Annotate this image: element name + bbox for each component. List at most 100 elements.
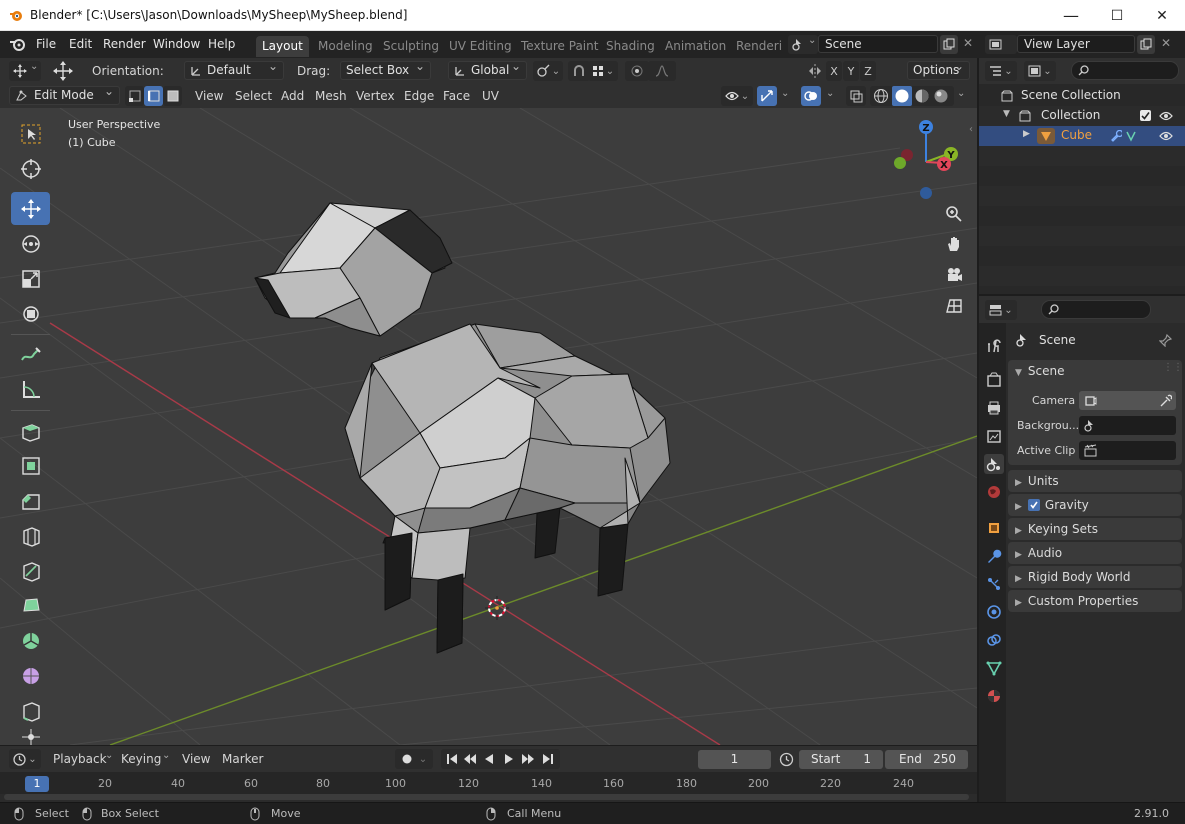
tab-sculpting[interactable]: Sculpting [377,36,445,57]
zoom-button[interactable] [940,200,967,227]
preview-range-clock-icon[interactable] [779,752,794,767]
jump-end-icon[interactable] [542,753,554,765]
drag-dropdown[interactable]: Select Box [340,59,431,80]
tab-shading[interactable]: Shading [600,36,661,57]
prev-keyframe-icon[interactable] [463,753,477,765]
scene-selector-button[interactable]: ⌄ [788,35,818,54]
tab-modifiers[interactable] [984,546,1004,566]
tab-view-layer[interactable] [984,426,1004,446]
drag-handle-icon[interactable]: ⋮⋮ [1163,362,1183,373]
blender-menu-icon[interactable] [10,37,26,51]
new-scene-button[interactable] [940,35,958,54]
sidebar-toggle-chevron-icon[interactable]: ‹ [969,124,973,135]
audio-panel-header[interactable]: ▶ Audio [1015,546,1062,560]
outliner-row-collection[interactable]: ▼ Collection [979,106,1185,126]
selectability-visibility-button[interactable]: ⌄ [721,86,753,106]
menu-window[interactable]: Window [153,37,200,51]
tab-rendering[interactable]: Renderir [730,36,782,57]
menu-select[interactable]: Select [235,89,272,103]
tab-particles[interactable] [984,574,1004,594]
menu-edit[interactable]: Edit [69,37,92,51]
current-frame-field[interactable]: 1 [698,750,771,769]
menu-marker[interactable]: Marker [222,752,263,766]
outliner-row-scene-collection[interactable]: Scene Collection [979,86,1185,106]
menu-help[interactable]: Help [208,37,235,51]
menu-face[interactable]: Face [443,89,470,103]
play-icon[interactable] [503,753,515,765]
smooth-tool[interactable] [11,659,50,692]
tab-physics[interactable] [984,602,1004,622]
transform-tool[interactable] [11,297,50,330]
start-frame-field[interactable]: Start 1 [799,750,883,769]
transform-tool-selector[interactable]: ⌄ [9,61,41,81]
tab-constraints[interactable] [984,630,1004,650]
menu-add[interactable]: Add [281,89,304,103]
rotate-tool[interactable] [11,227,50,260]
loop-cut-tool[interactable] [11,519,50,552]
mirror-y-toggle[interactable]: Y [843,61,859,81]
ortho-toggle-button[interactable] [940,292,967,319]
tab-uv-editing[interactable]: UV Editing [443,36,518,57]
3d-cursor-icon[interactable] [485,596,509,620]
menu-view[interactable]: View [182,752,210,766]
area-divider[interactable] [977,746,979,802]
camera-field[interactable] [1079,391,1176,410]
edge-select-mode[interactable] [144,86,163,106]
background-scene-field[interactable] [1079,416,1176,435]
snap-target-button[interactable]: ⌄ [588,61,618,81]
cursor-tool[interactable] [11,152,50,185]
view-layer-field[interactable]: View Layer [1017,35,1135,53]
spin-tool[interactable] [11,624,50,657]
menu-view[interactable]: View [195,89,223,103]
scene-name-field[interactable]: Scene [818,35,938,53]
move-tool[interactable] [11,192,50,225]
mirror-x-toggle[interactable]: X [826,61,842,81]
tab-output[interactable] [984,398,1004,418]
view-layer-selector-button[interactable] [985,35,1017,54]
tab-data[interactable] [984,658,1004,678]
new-view-layer-button[interactable] [1137,35,1155,54]
overlays-toggle[interactable] [801,86,821,106]
eyedropper-icon[interactable] [1159,394,1172,407]
rip-tool[interactable] [11,729,50,745]
3d-viewport[interactable]: User Perspective (1) Cube Z Y X [0,108,977,745]
delete-scene-icon[interactable]: ✕ [963,36,973,50]
rendered-shading-button[interactable] [933,88,949,107]
eye-icon[interactable] [1159,111,1173,121]
gravity-panel-header[interactable]: ▶ Gravity [1015,498,1089,512]
menu-mesh[interactable]: Mesh [315,89,347,103]
poly-build-tool[interactable] [11,589,50,622]
delete-view-layer-icon[interactable]: ✕ [1161,36,1171,50]
outliner-editor-type-button[interactable]: ⌄ [985,61,1017,81]
vertex-select-mode[interactable] [125,86,144,106]
select-box-tool[interactable] [11,117,50,150]
minimize-button[interactable]: — [1048,0,1094,31]
tab-render[interactable] [984,370,1004,390]
pan-button[interactable] [940,230,967,257]
solid-shading-button[interactable] [892,86,912,106]
shading-options-chevron-icon[interactable]: ⌄ [957,88,965,99]
tab-texture-paint[interactable]: Texture Paint [515,36,604,57]
keying-sets-panel-header[interactable]: ▶ Keying Sets [1015,522,1098,536]
pivot-point-button[interactable]: ⌄ [533,61,563,81]
options-dropdown[interactable]: Options [907,59,970,80]
gizmo-toggle[interactable] [757,86,777,106]
navigation-gizmo[interactable]: Z Y X [885,113,965,208]
snap-toggle[interactable] [568,61,590,81]
display-mode-button[interactable]: ⌄ [1024,61,1056,81]
measure-tool[interactable] [11,373,50,406]
auto-keying-toggle[interactable]: ⌄ [395,749,433,769]
mirror-z-toggle[interactable]: Z [860,61,876,81]
tab-layout[interactable]: Layout [256,36,309,57]
tab-modeling[interactable]: Modeling [312,36,379,57]
orientation-dropdown[interactable]: Default [184,59,284,80]
transform-orientation-dropdown[interactable]: Global [448,59,527,80]
playhead-frame-indicator[interactable]: 1 [25,776,49,792]
tab-animation[interactable]: Animation [659,36,732,57]
exclude-checkbox[interactable] [1140,110,1151,121]
properties-search-input[interactable] [1041,300,1151,319]
menu-keying[interactable]: Keying [121,752,161,766]
tab-tool[interactable] [984,336,1004,356]
tab-material[interactable] [984,686,1004,706]
next-keyframe-icon[interactable] [521,753,535,765]
